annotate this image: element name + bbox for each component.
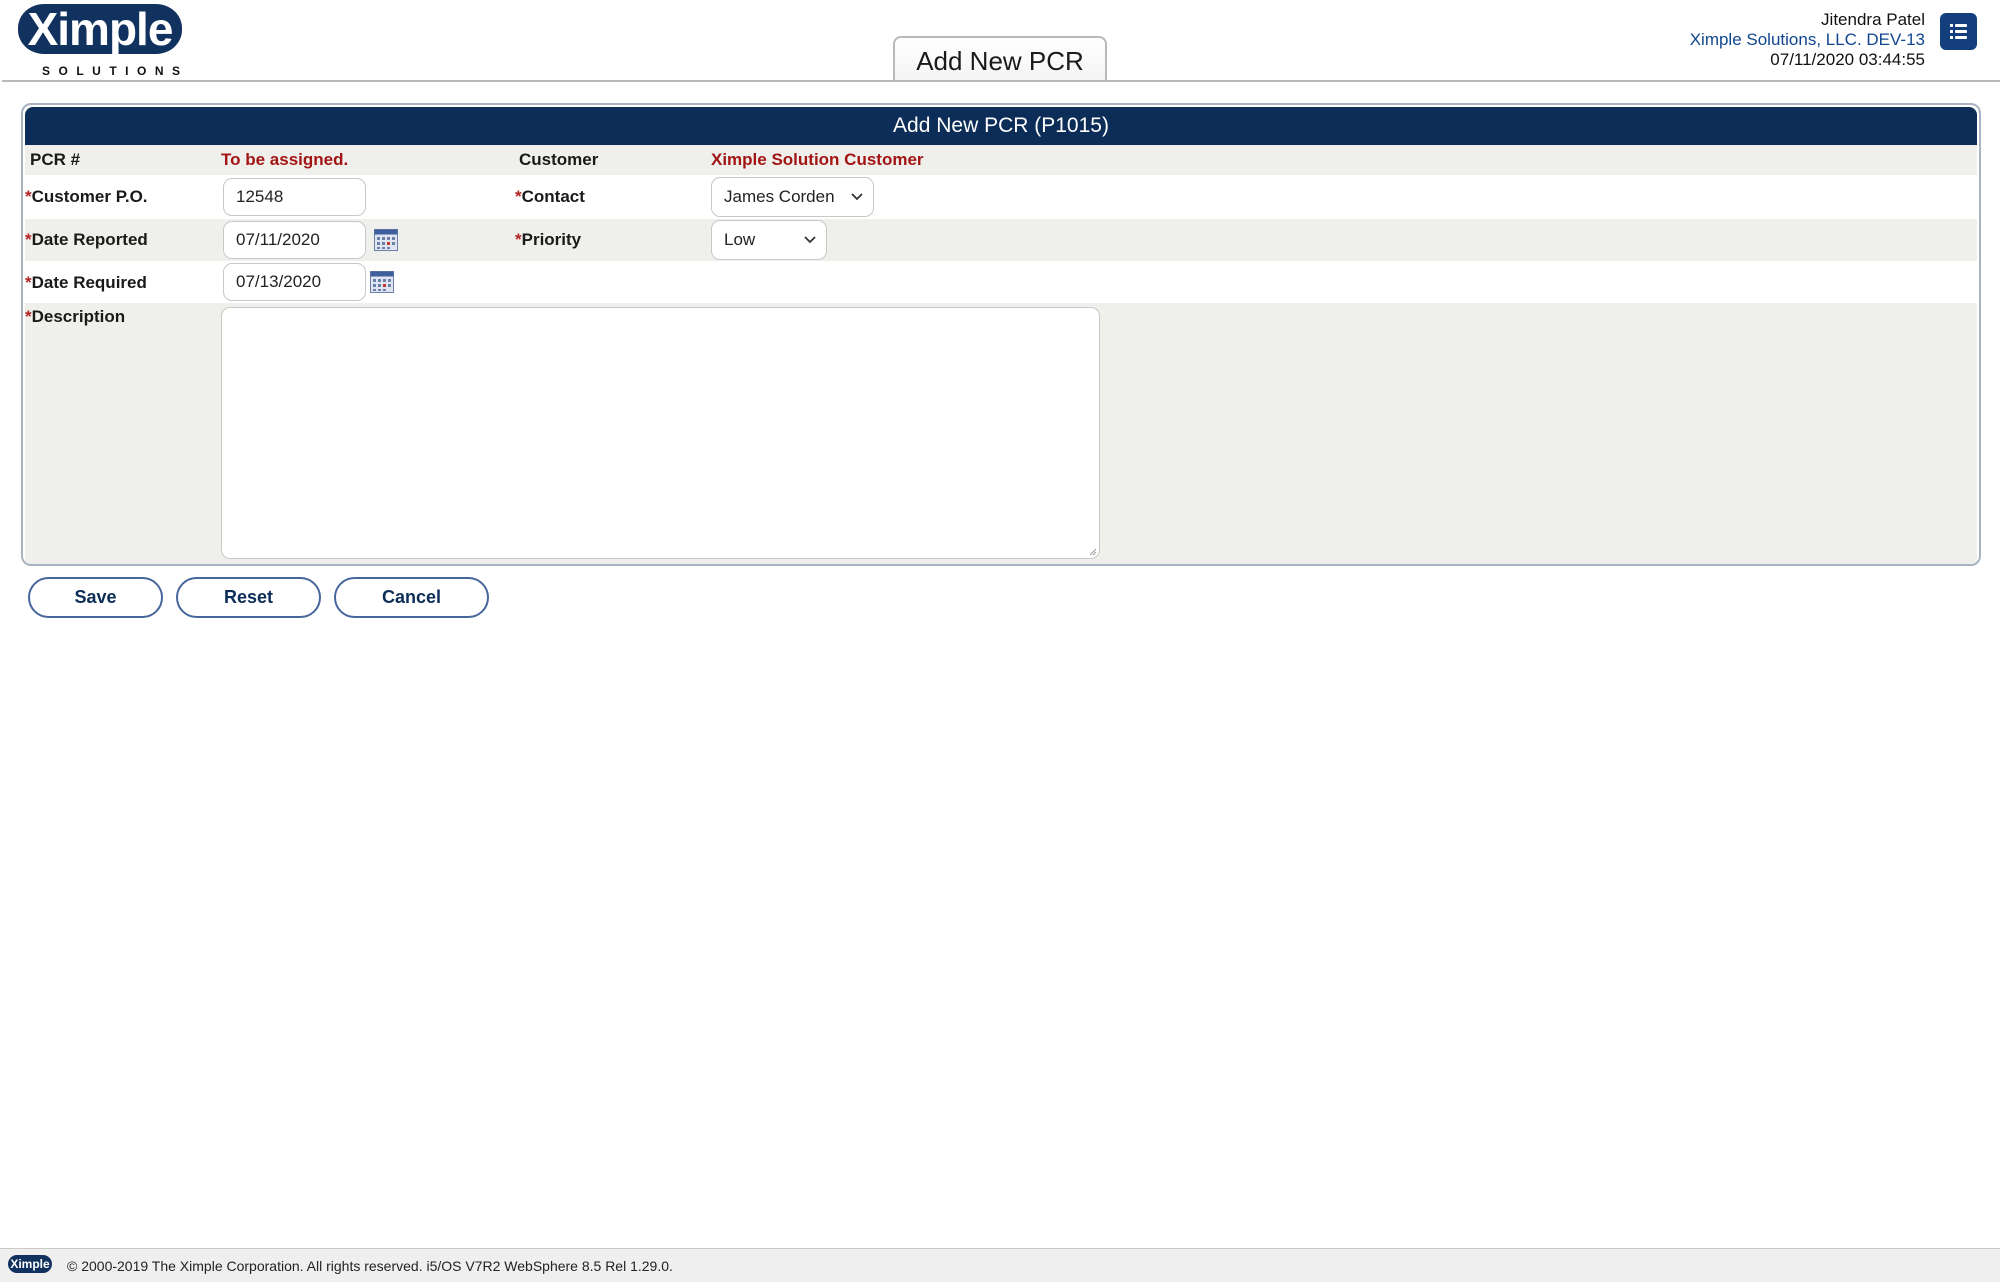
contact-selected-value: James Corden [724,187,835,206]
footer-logo: Ximple [8,1255,52,1273]
header-divider [2,80,2000,82]
app-footer: Ximple © 2000-2019 The Ximple Corporatio… [0,1248,2000,1282]
customer-label: Customer [519,150,599,169]
required-mark: * [25,230,32,249]
contact-label: *Contact [515,187,585,207]
row-pcr-customer: PCR # To be assigned. Customer Ximple So… [25,145,1977,175]
user-name: Jitendra Patel [1821,10,1925,29]
customer-po-label-text: Customer P.O. [31,187,148,206]
copyright-text: © 2000-2019 The Ximple Corporation. All … [67,1258,673,1274]
required-mark: * [25,273,32,292]
required-mark: * [25,187,32,206]
resize-grip-icon[interactable] [1089,548,1097,556]
required-mark: * [515,187,522,206]
date-required-input[interactable]: 07/13/2020 [223,263,366,301]
priority-label: *Priority [515,230,581,250]
date-reported-input[interactable]: 07/11/2020 [223,221,366,259]
row-date-required: *Date Required 07/13/2020 [25,261,1977,303]
chevron-down-icon [851,193,863,201]
add-pcr-form: Add New PCR (P1015) PCR # To be assigned… [21,103,1981,566]
ximple-logo[interactable]: Ximple SOLUTIONS [18,4,186,78]
app-header: Ximple SOLUTIONS Add New PCR Jitendra Pa… [0,0,2000,82]
priority-selected-value: Low [724,230,756,249]
date-reported-label: *Date Reported [25,230,148,250]
row-po-contact: *Customer P.O. 12548 *Contact James Cord… [25,175,1977,219]
calendar-icon[interactable] [374,229,398,251]
description-label: *Description [25,307,125,327]
company-name[interactable]: Ximple Solutions, LLC. DEV-13 [1690,30,1925,50]
save-button[interactable]: Save [28,577,163,618]
tab-add-new-pcr[interactable]: Add New PCR [893,36,1107,82]
session-datetime: 07/11/2020 03:44:55 [1770,50,1925,69]
logo-subtitle: SOLUTIONS [42,64,189,78]
form-title: Add New PCR (P1015) [25,107,1977,145]
menu-button[interactable] [1940,13,1977,50]
required-mark: * [515,230,522,249]
description-textarea[interactable] [221,307,1100,559]
required-mark: * [25,307,32,326]
customer-value: Ximple Solution Customer [711,150,924,169]
priority-select[interactable]: Low [711,220,827,260]
date-required-label-text: Date Required [31,273,147,292]
date-required-label: *Date Required [25,273,147,293]
customer-po-label: *Customer P.O. [25,187,148,207]
customer-po-input[interactable]: 12548 [223,178,366,216]
row-date-reported-priority: *Date Reported 07/11/2020 *Priority Low [25,219,1977,261]
list-icon [1950,24,1967,39]
description-label-text: Description [31,307,126,326]
contact-select[interactable]: James Corden [711,177,874,217]
pcr-number-label: PCR # [30,150,81,169]
reset-button[interactable]: Reset [176,577,321,618]
cancel-button[interactable]: Cancel [334,577,489,618]
pcr-number-value: To be assigned. [221,150,349,169]
chevron-down-icon [804,236,816,244]
contact-label-text: Contact [521,187,585,206]
logo-wordmark: Ximple [18,4,182,54]
priority-label-text: Priority [521,230,582,249]
calendar-icon[interactable] [370,271,394,293]
date-reported-label-text: Date Reported [31,230,148,249]
user-info: Jitendra Patel Ximple Solutions, LLC. DE… [1690,10,1925,70]
